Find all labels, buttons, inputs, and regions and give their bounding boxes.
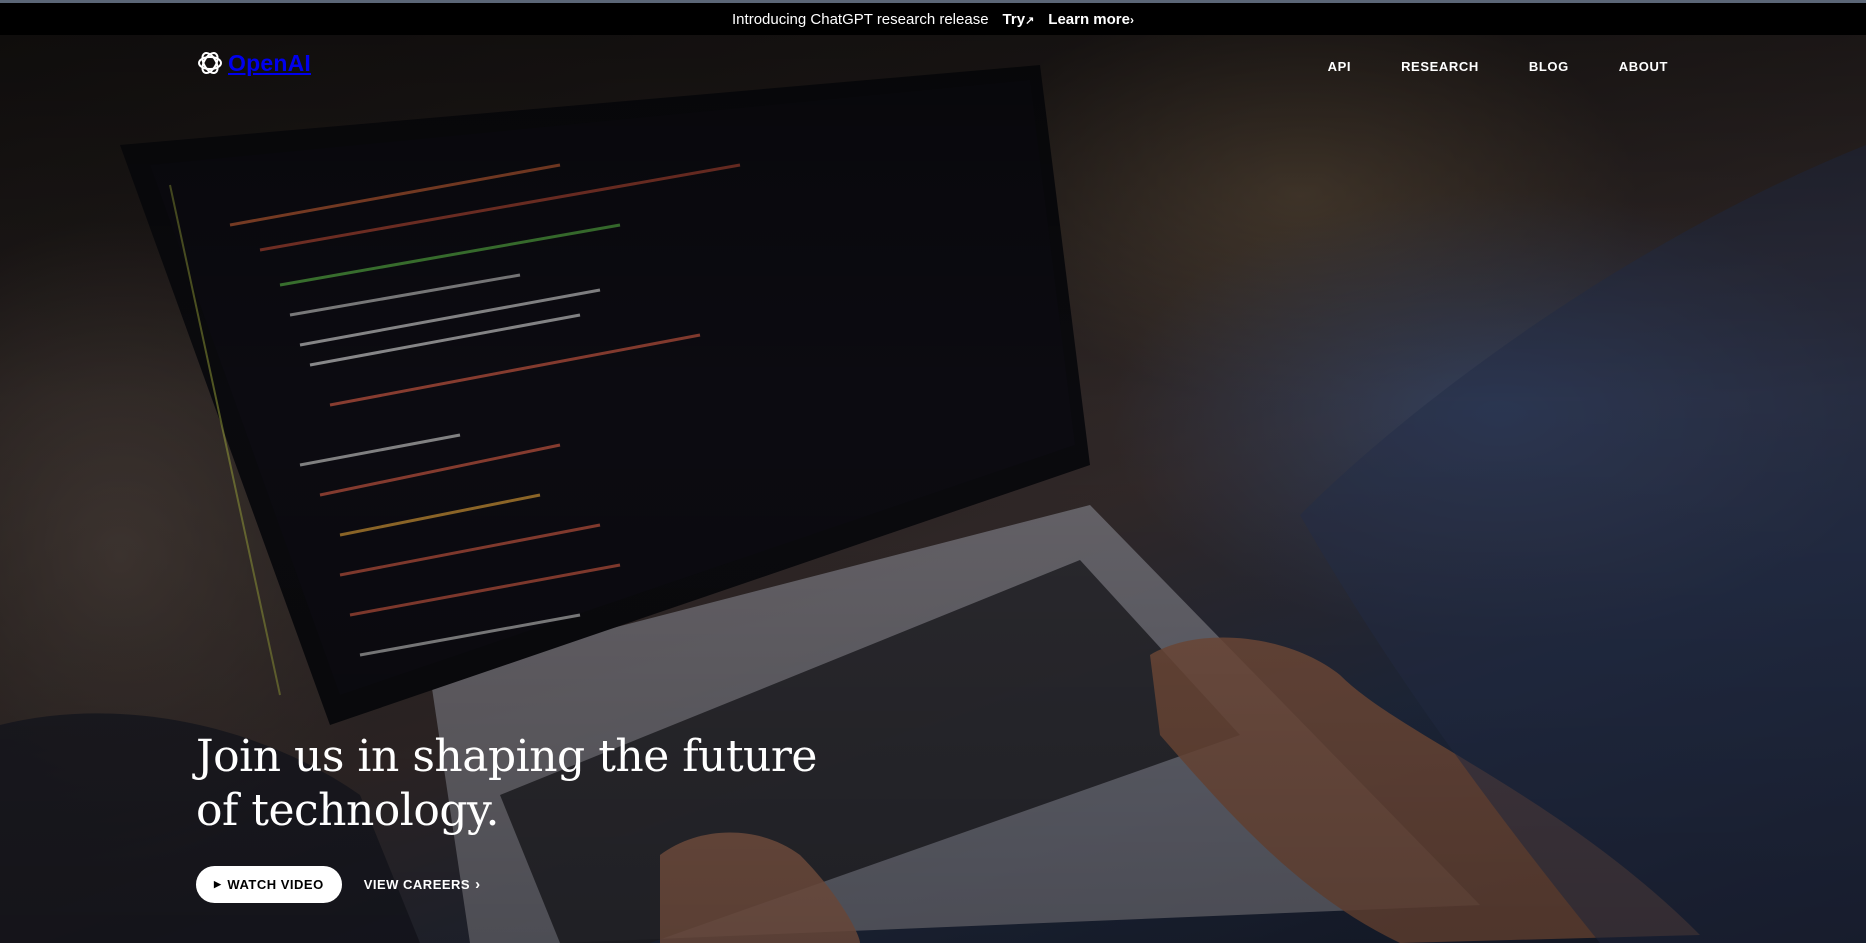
- view-careers-label: VIEW CAREERS: [363, 877, 471, 892]
- hero-headline: Join us in shaping the future of technol…: [196, 730, 836, 838]
- top-nav: OpenAI API RESEARCH BLOG ABOUT: [0, 35, 1866, 101]
- learn-more-link[interactable]: Learn more›: [1048, 11, 1134, 28]
- logo-text: OpenAI: [228, 49, 311, 76]
- chevron-right-icon: ›: [1129, 12, 1134, 27]
- arrow-up-right-icon: ↗: [1025, 14, 1035, 27]
- nav-link-blog[interactable]: BLOG: [1529, 59, 1569, 74]
- nav-link-api[interactable]: API: [1328, 59, 1351, 74]
- hero-headline-line1: Join us in shaping the future: [196, 731, 817, 782]
- nav-link-about[interactable]: ABOUT: [1619, 59, 1668, 74]
- play-icon: ▶: [214, 879, 222, 889]
- hero-headline-line2: of technology.: [196, 785, 500, 836]
- nav-links: API RESEARCH BLOG ABOUT: [1328, 59, 1668, 74]
- try-link-label: Try: [1002, 10, 1026, 28]
- chevron-right-icon: ›: [475, 876, 481, 893]
- learn-more-label: Learn more: [1048, 10, 1130, 28]
- cta-row: ▶ WATCH VIDEO VIEW CAREERS ›: [196, 866, 481, 903]
- openai-logo[interactable]: OpenAI: [196, 49, 311, 77]
- announcement-text: Introducing ChatGPT research release: [732, 10, 989, 28]
- openai-logo-icon: [198, 52, 222, 74]
- watch-video-button[interactable]: ▶ WATCH VIDEO: [196, 866, 342, 903]
- nav-link-research[interactable]: RESEARCH: [1401, 59, 1479, 74]
- hero-section: OpenAI API RESEARCH BLOG ABOUT Join us i…: [0, 35, 1866, 943]
- announcement-bar: Introducing ChatGPT research release Try…: [0, 3, 1866, 35]
- watch-video-label: WATCH VIDEO: [227, 877, 324, 892]
- view-careers-link[interactable]: VIEW CAREERS ›: [364, 876, 481, 893]
- try-link[interactable]: Try↗: [1003, 11, 1035, 28]
